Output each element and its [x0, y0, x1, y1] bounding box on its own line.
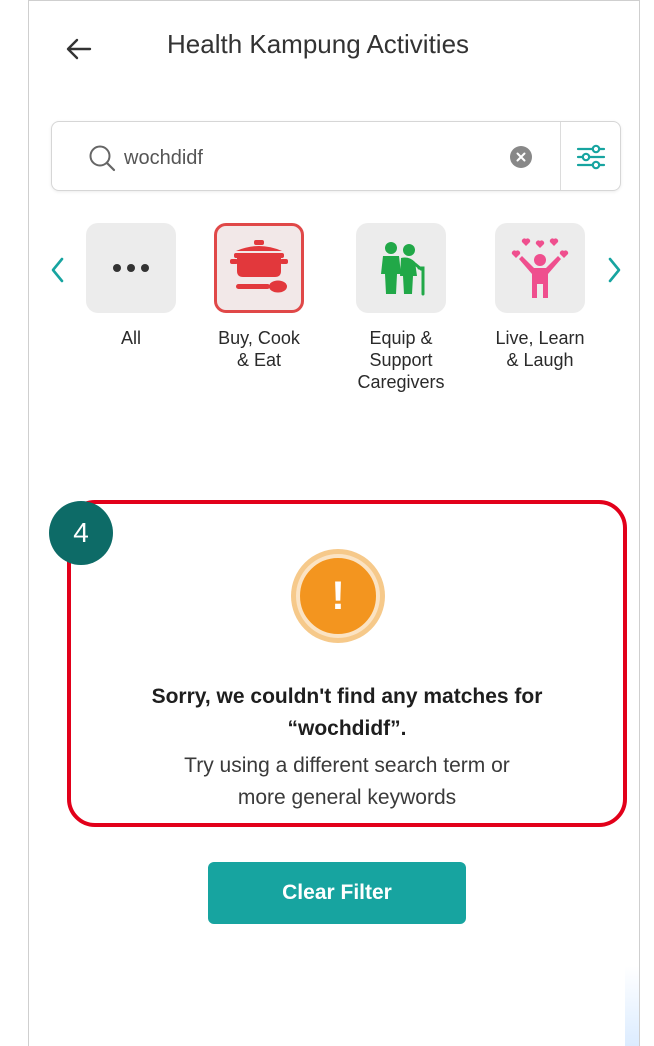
- cooking-pot-icon: [230, 240, 288, 293]
- category-all[interactable]: All: [76, 223, 186, 349]
- filter-button[interactable]: [574, 140, 608, 174]
- clear-search-button[interactable]: [510, 146, 532, 168]
- arrow-left-icon: [66, 38, 92, 60]
- corner-decoration: [625, 966, 639, 1046]
- caregiver-icon: [381, 242, 425, 296]
- no-results-title: Sorry, we couldn't find any matches for …: [69, 681, 625, 745]
- alert-icon-ring: !: [291, 549, 385, 643]
- category-equip-support-caregivers[interactable]: Equip & Support Caregivers: [346, 223, 456, 393]
- sliders-icon: [576, 144, 606, 170]
- page-title: Health Kampung Activities: [167, 29, 470, 59]
- search-icon: [89, 145, 116, 172]
- search-divider: [560, 122, 561, 190]
- exclamation-icon: !: [296, 554, 380, 638]
- category-label: Equip & Support Caregivers: [357, 328, 445, 392]
- clear-circle-icon: [516, 152, 526, 162]
- category-tile: [356, 223, 446, 313]
- chevron-left-icon: [51, 257, 64, 283]
- app-screen: Health Kampung Activities wochdidf All B…: [28, 0, 640, 1046]
- category-tile: [86, 223, 176, 313]
- category-buy-cook-eat[interactable]: Buy, Cook & Eat: [204, 223, 314, 371]
- step-number-badge: 4: [49, 501, 113, 565]
- category-label: Live, Learn & Laugh: [495, 328, 585, 370]
- category-label: All: [120, 328, 141, 348]
- no-results-subtitle: Try using a different search term or mor…: [69, 750, 625, 814]
- no-results-subtitle-line1: Try using a different search term or: [184, 754, 510, 777]
- search-bar: [51, 121, 621, 191]
- back-button[interactable]: [61, 31, 97, 67]
- carousel-next-button[interactable]: [603, 253, 625, 287]
- category-live-learn-laugh[interactable]: Live, Learn & Laugh: [485, 223, 595, 371]
- category-label: Buy, Cook & Eat: [218, 328, 300, 370]
- clear-filter-button[interactable]: Clear Filter: [208, 862, 466, 924]
- carousel-prev-button[interactable]: [47, 253, 69, 287]
- more-dots-icon: [113, 264, 149, 272]
- hearts-person-icon: [511, 238, 569, 298]
- search-input[interactable]: [122, 140, 506, 176]
- category-tile-selected: [214, 223, 304, 313]
- no-results-search-term: “wochdidf”.: [287, 717, 407, 740]
- no-results-subtitle-line2: more general keywords: [237, 786, 457, 809]
- chevron-right-icon: [608, 257, 621, 283]
- no-results-title-line1: Sorry, we couldn't find any matches for: [151, 685, 543, 708]
- category-tile: [495, 223, 585, 313]
